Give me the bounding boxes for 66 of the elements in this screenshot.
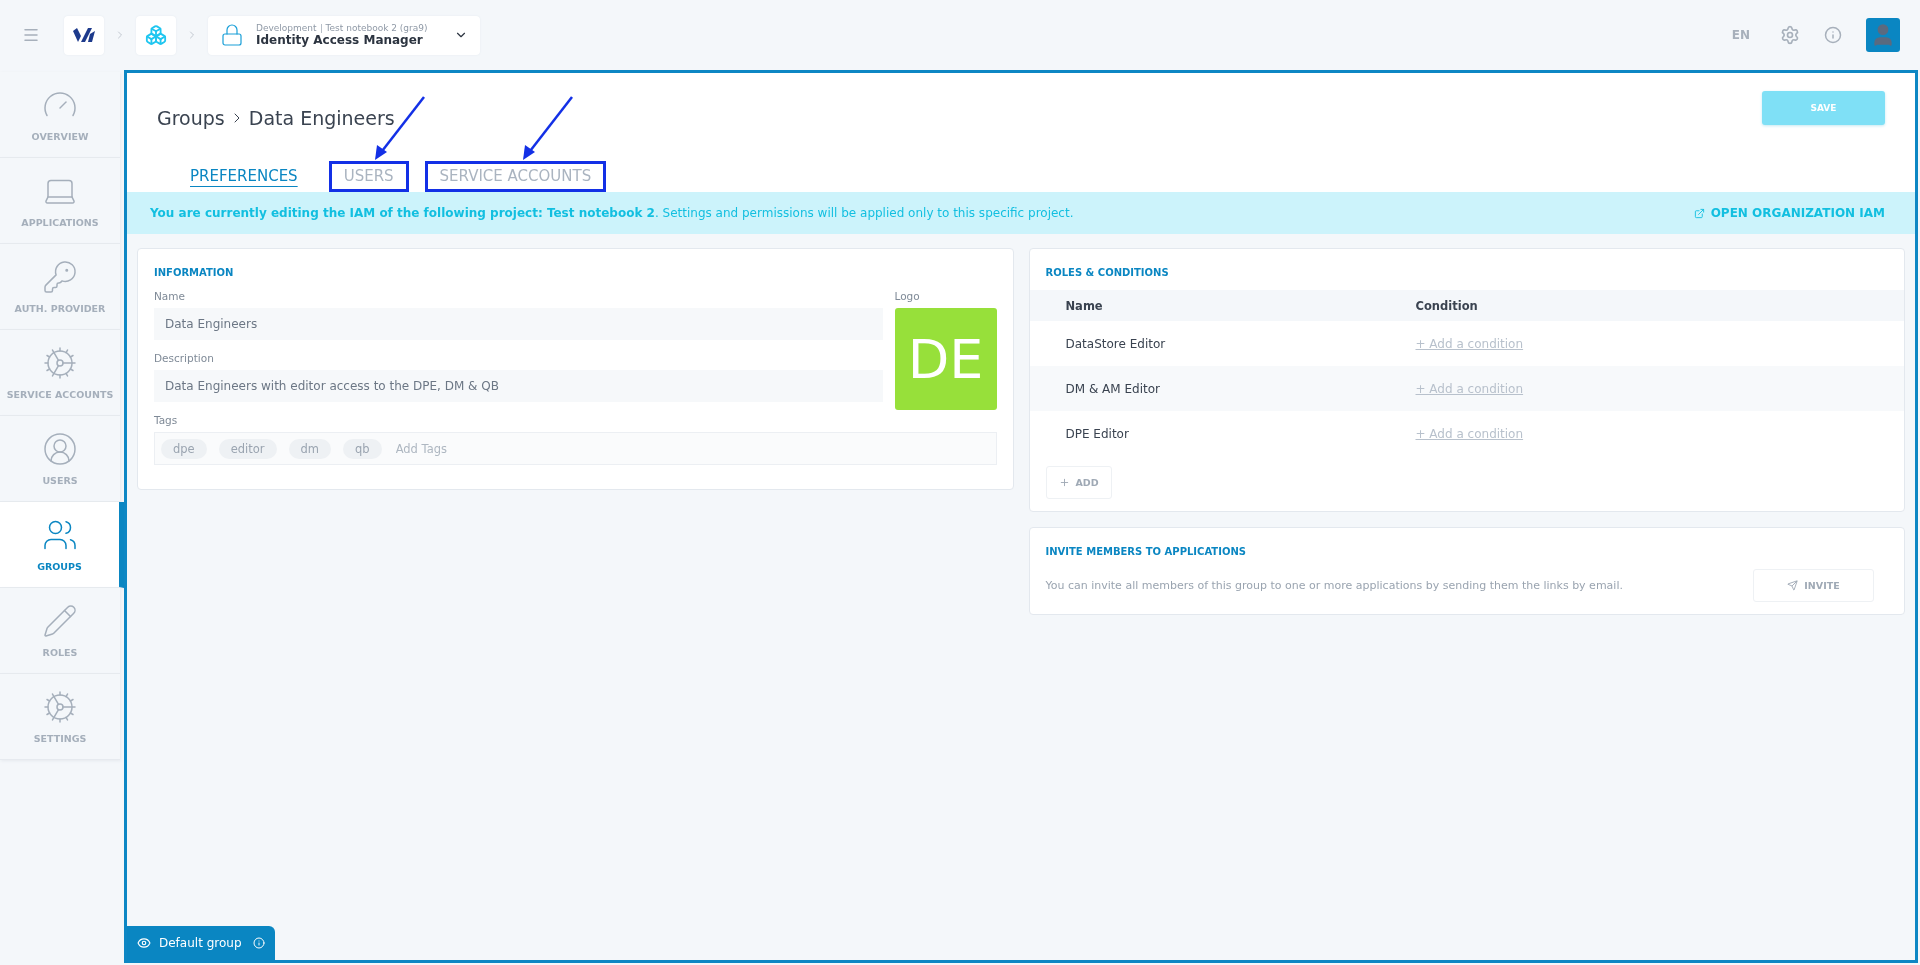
default-group-tab[interactable]: Default group	[127, 926, 275, 960]
tab[interactable]: SERVICE ACCOUNTS	[424, 161, 607, 192]
sidebar-item[interactable]: AUTH. PROVIDER	[0, 244, 120, 330]
sidebar-item[interactable]: SETTINGS	[0, 674, 120, 760]
sidebar-item[interactable]: OVERVIEW	[0, 72, 120, 158]
field-label: Tags	[154, 414, 179, 426]
sidebar-item[interactable]: GROUPS	[0, 502, 124, 588]
input-field[interactable]: Data Engineers with editor access to the DPE, DM & QB	[154, 370, 883, 402]
field-label: Name	[154, 290, 186, 302]
gear-icon	[42, 689, 78, 725]
save-button[interactable]: SAVE	[1762, 91, 1885, 125]
tags-field[interactable]: dpe editor dm qb Add Tags	[154, 432, 997, 465]
role-name: DM & AM Editor	[1065, 381, 1161, 396]
card-title: ROLES & CONDITIONS	[1045, 267, 1170, 278]
info-icon[interactable]	[1824, 26, 1842, 44]
user-avatar[interactable]	[1866, 18, 1900, 52]
logo-icon	[73, 28, 95, 42]
menu-icon[interactable]	[22, 26, 40, 44]
open-organization-link[interactable]: OPEN ORGANIZATION IAM	[1693, 206, 1885, 220]
add-button[interactable]: ADD	[1045, 466, 1112, 499]
tag-chip[interactable]: dpe	[161, 438, 207, 459]
banner-message: You are currently editing the IAM of the following project: Test notebook 2. Settings and permissions will be applied only to this specific project.	[150, 206, 1074, 220]
lock-icon	[220, 23, 244, 47]
role-name: DataStore Editor	[1065, 336, 1167, 351]
app-switcher[interactable]: Development Test notebook 2 (gra9) Identity Access Manager	[208, 15, 480, 55]
column-header: Condition	[1415, 298, 1479, 313]
user-icon	[42, 431, 78, 467]
environment-label: Development	[256, 23, 317, 33]
sidebar-item[interactable]: USERS	[0, 416, 120, 502]
tab[interactable]: PREFERENCES	[175, 161, 313, 192]
sidebar-item[interactable]: APPLICATIONS	[0, 158, 120, 244]
eye-icon	[137, 936, 151, 950]
tab[interactable]: USERS	[328, 161, 409, 192]
tag-chip[interactable]: editor	[218, 438, 277, 459]
group-logo[interactable]: DE	[894, 308, 997, 410]
cubes-icon	[145, 24, 167, 46]
app-title: Identity Access Manager	[256, 33, 423, 47]
role-name: DPE Editor	[1065, 426, 1130, 441]
breadcrumb-item: Data Engineers	[248, 107, 395, 129]
external-link-icon	[1693, 207, 1705, 219]
sidebar-item[interactable]: ROLES	[0, 588, 120, 674]
settings-icon[interactable]	[1780, 25, 1800, 45]
annotation-arrow	[520, 95, 575, 161]
key-icon	[42, 259, 78, 295]
tag-chip[interactable]: qb	[343, 438, 382, 459]
plus-icon	[1058, 477, 1070, 488]
project-label: Test notebook 2 (gra9)	[325, 23, 428, 33]
field-label: Logo	[894, 290, 921, 302]
tag-chip[interactable]: dm	[288, 438, 332, 459]
gear-icon	[42, 345, 78, 381]
pencil-icon	[42, 603, 78, 639]
input-field[interactable]: Data Engineers	[154, 308, 883, 340]
info-icon	[253, 937, 265, 949]
send-icon	[1787, 580, 1799, 591]
add-condition-link[interactable]: + Add a condition	[1415, 381, 1524, 396]
invite-button[interactable]: INVITE	[1753, 569, 1874, 602]
invite-description: You can invite all members of this group to one or more applications by sending them the links by email.	[1045, 579, 1623, 592]
add-condition-link[interactable]: + Add a condition	[1415, 336, 1524, 351]
sidebar-item[interactable]: SERVICE ACCOUNTS	[0, 330, 120, 416]
field-label: Description	[154, 352, 215, 364]
card-title: INFORMATION	[154, 267, 235, 278]
card-title: INVITE MEMBERS TO APPLICATIONS	[1045, 546, 1247, 557]
language-button[interactable]: EN	[1725, 27, 1756, 43]
breadcrumb-item[interactable]: Groups	[157, 107, 225, 129]
add-condition-link[interactable]: + Add a condition	[1415, 426, 1524, 441]
column-header: Name	[1065, 298, 1104, 313]
